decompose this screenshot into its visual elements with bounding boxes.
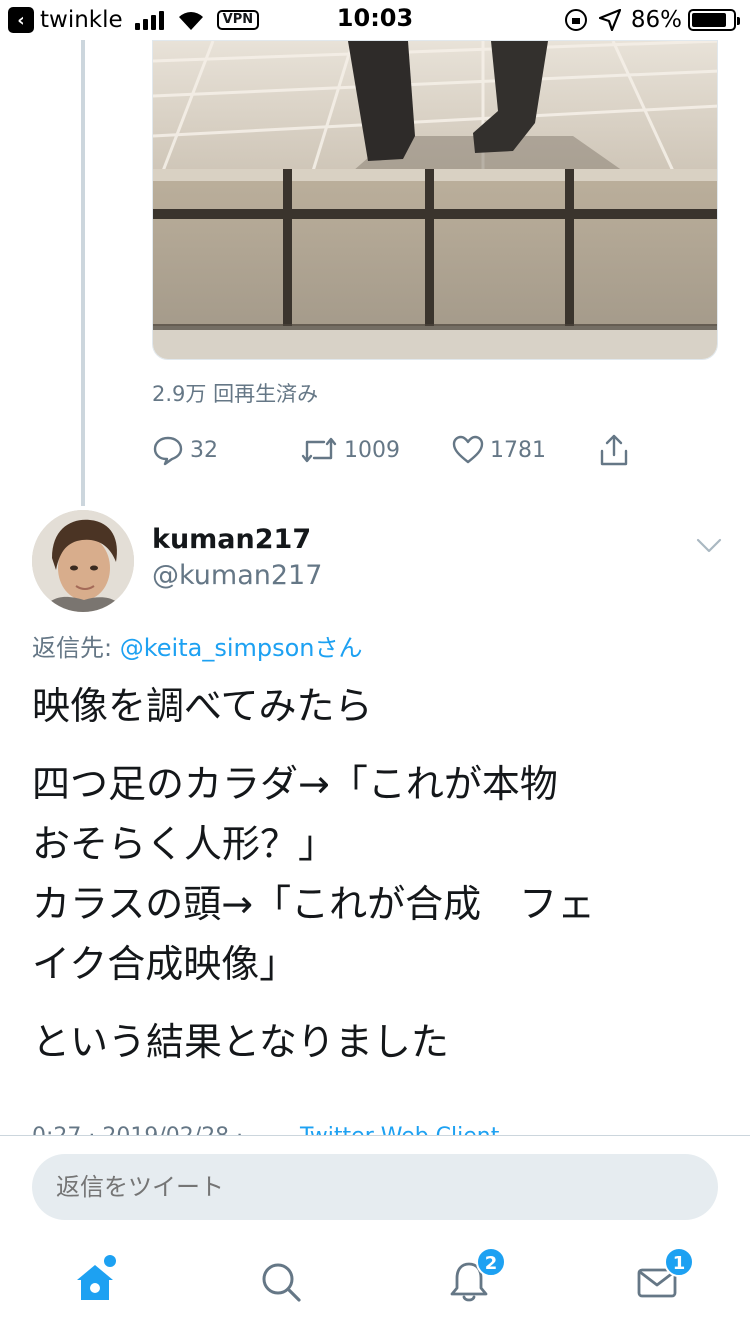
tweet-line: 映像を調べてみたら	[32, 684, 373, 728]
reply-count: 32	[190, 437, 218, 463]
status-bar-right: 86%	[564, 6, 740, 34]
tab-search[interactable]	[256, 1257, 306, 1307]
battery-icon	[688, 9, 740, 31]
search-icon	[262, 1263, 301, 1302]
share-button[interactable]	[598, 430, 636, 470]
tab-messages[interactable]: 1	[632, 1247, 694, 1307]
retweet-button[interactable]: 1009	[300, 430, 400, 470]
home-new-indicator	[104, 1255, 116, 1267]
battery-percent: 86%	[630, 7, 682, 33]
tweet-line: おそらく人形？」	[32, 822, 337, 866]
reply-to-prefix: 返信先:	[32, 634, 120, 662]
messages-badge: 1	[664, 1247, 694, 1277]
avatar[interactable]	[32, 510, 134, 612]
reply-mention-suffix: さん	[314, 634, 363, 662]
tab-bar: 2 1	[0, 1235, 750, 1334]
reply-composer-bar	[0, 1135, 750, 1235]
reply-context: 返信先: @keita_simpsonさん	[32, 628, 363, 663]
tweet-line: という結果となりました	[32, 1020, 449, 1064]
reply-icon	[153, 436, 183, 466]
video-view-count: 2.9万 回再生済み	[152, 382, 319, 406]
retweet-icon	[301, 437, 337, 463]
thread-connector-line	[81, 40, 85, 506]
user-handle[interactable]: @kuman217	[152, 560, 322, 591]
status-bar: ‹ twinkle VPN 10:03 86%	[0, 0, 750, 40]
tweet-meta: 0:27 · 2019/02/28 · Twitter Web Client	[32, 1116, 732, 1136]
tab-home[interactable]	[70, 1255, 120, 1307]
user-display-name[interactable]: kuman217	[152, 524, 311, 555]
location-arrow-icon	[598, 9, 621, 31]
tweet-video-thumbnail[interactable]	[152, 40, 718, 360]
tweet-line: イク合成映像」	[32, 942, 298, 986]
avatar-image	[32, 510, 134, 612]
rotation-lock-icon	[564, 9, 587, 31]
share-icon	[600, 434, 628, 466]
tweet-action-bar: 32 1009 1781	[152, 430, 652, 470]
tweet-line: 四つ足のカラダ→「これが本物	[32, 762, 558, 806]
like-count: 1781	[490, 437, 546, 463]
retweet-count: 1009	[344, 437, 400, 463]
reply-mention-link[interactable]: @keita_simpson	[120, 634, 315, 662]
like-button[interactable]: 1781	[452, 430, 546, 470]
tab-notifications[interactable]: 2	[444, 1247, 506, 1307]
chevron-down-icon[interactable]	[694, 530, 724, 560]
heart-icon	[452, 435, 484, 464]
video-frame-image	[153, 41, 717, 359]
battery-level-fill	[692, 13, 727, 27]
reply-input[interactable]	[32, 1154, 718, 1220]
notifications-badge: 2	[476, 1247, 506, 1277]
tweet-text: 映像を調べてみたら 四つ足のカラダ→「これが本物 おそらく人形？」 カラスの頭→…	[32, 676, 722, 1072]
tweet-line: カラスの頭→「これが合成 フェ	[32, 882, 596, 926]
reply-button[interactable]: 32	[152, 430, 218, 470]
